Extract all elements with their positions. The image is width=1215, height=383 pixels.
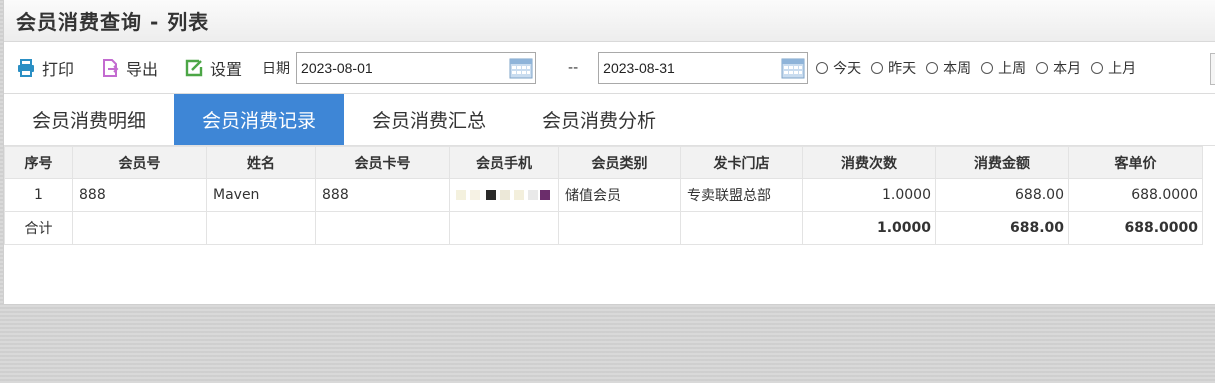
export-label: 导出 <box>126 59 159 79</box>
radio-circle-icon <box>816 61 829 74</box>
empty-cell <box>558 211 681 245</box>
tab-bar: 会员消费明细 会员消费记录 会员消费汇总 会员消费分析 <box>4 94 1215 146</box>
radio-circle-icon <box>926 61 939 74</box>
radio-this-month[interactable]: 本月 <box>1036 58 1081 78</box>
cell-avg: 688.0000 <box>1068 178 1203 212</box>
column-header[interactable]: 发卡门店 <box>680 146 803 179</box>
main-panel: 会员消费查询 - 列表 打印 导出 设置 日期 2023-08-01 -- 20… <box>3 0 1215 305</box>
cell-seq: 1 <box>4 178 73 212</box>
tab-consumption-detail[interactable]: 会员消费明细 <box>4 94 174 145</box>
date-from-field[interactable] <box>296 51 537 84</box>
radio-circle-icon <box>871 61 884 74</box>
table-header-row: 序号 会员号 姓名 会员卡号 会员手机 会员类别 发卡门店 消费次数 消费金额 … <box>4 146 1203 179</box>
column-header[interactable]: 姓名 <box>206 146 316 179</box>
cell-phone <box>449 178 559 212</box>
date-to-field[interactable] <box>598 51 809 84</box>
column-header[interactable]: 会员卡号 <box>315 146 450 179</box>
column-header[interactable]: 序号 <box>4 146 73 179</box>
export-button[interactable]: 导出 <box>100 56 158 80</box>
total-label: 合计 <box>4 211 73 245</box>
column-header[interactable]: 会员类别 <box>558 146 681 179</box>
total-avg: 688.0000 <box>1068 211 1203 245</box>
edit-icon <box>185 59 203 76</box>
column-header[interactable]: 客单价 <box>1068 146 1203 179</box>
cell-count: 1.0000 <box>802 178 936 212</box>
date-from-input[interactable] <box>297 58 474 77</box>
radio-circle-icon <box>1036 61 1049 74</box>
empty-cell <box>449 211 559 245</box>
calendar-icon[interactable] <box>779 53 807 83</box>
print-button[interactable]: 打印 <box>16 56 74 80</box>
date-label: 日期 <box>262 60 291 77</box>
cell-amount: 688.00 <box>935 178 1069 212</box>
table-row[interactable]: 1 888 Maven 888 储值会员 专卖联盟总部 1.0000 688.0… <box>4 178 1203 212</box>
print-label: 打印 <box>42 59 75 79</box>
total-amount: 688.00 <box>935 211 1069 245</box>
printer-icon <box>18 58 34 77</box>
total-count: 1.0000 <box>802 211 936 245</box>
empty-cell <box>680 211 803 245</box>
column-header[interactable]: 会员手机 <box>449 146 559 179</box>
empty-cell <box>315 211 450 245</box>
toolbar: 打印 导出 设置 日期 2023-08-01 -- 2023-08-31 今天 … <box>4 42 1215 94</box>
cell-store: 专卖联盟总部 <box>680 178 803 212</box>
title-bar: 会员消费查询 - 列表 <box>4 0 1215 42</box>
empty-cell <box>206 211 316 245</box>
radio-last-week[interactable]: 上周 <box>981 58 1026 78</box>
settings-label: 设置 <box>210 59 243 79</box>
cell-member-no: 888 <box>72 178 207 212</box>
tab-consumption-record[interactable]: 会员消费记录 <box>174 94 344 145</box>
cell-card-no: 888 <box>315 178 450 212</box>
records-table: 序号 会员号 姓名 会员卡号 会员手机 会员类别 发卡门店 消费次数 消费金额 … <box>4 146 1203 245</box>
column-header[interactable]: 会员号 <box>72 146 207 179</box>
radio-today[interactable]: 今天 <box>816 58 861 78</box>
radio-circle-icon <box>1091 61 1104 74</box>
tab-consumption-summary[interactable]: 会员消费汇总 <box>344 94 514 145</box>
redacted-phone <box>456 188 556 202</box>
cell-category: 储值会员 <box>558 178 681 212</box>
cell-name: Maven <box>206 178 316 212</box>
date-range-options: 今天 昨天 本周 上周 本月 上月 <box>816 58 1146 78</box>
radio-last-month[interactable]: 上月 <box>1091 58 1136 78</box>
radio-circle-icon <box>981 61 994 74</box>
calendar-icon[interactable] <box>507 53 535 83</box>
page-title: 会员消费查询 - 列表 <box>16 10 210 34</box>
radio-yesterday[interactable]: 昨天 <box>871 58 916 78</box>
empty-cell <box>72 211 207 245</box>
date-separator: -- <box>568 59 579 76</box>
settings-button[interactable]: 设置 <box>184 56 242 80</box>
export-icon <box>103 58 119 77</box>
total-row: 合计 1.0000 688.00 688.0000 <box>4 211 1203 245</box>
column-header[interactable]: 消费次数 <box>802 146 936 179</box>
radio-this-week[interactable]: 本周 <box>926 58 971 78</box>
overflow-button[interactable] <box>1210 53 1215 85</box>
date-to-input[interactable] <box>599 58 756 77</box>
tab-consumption-analysis[interactable]: 会员消费分析 <box>514 94 684 145</box>
column-header[interactable]: 消费金额 <box>935 146 1069 179</box>
